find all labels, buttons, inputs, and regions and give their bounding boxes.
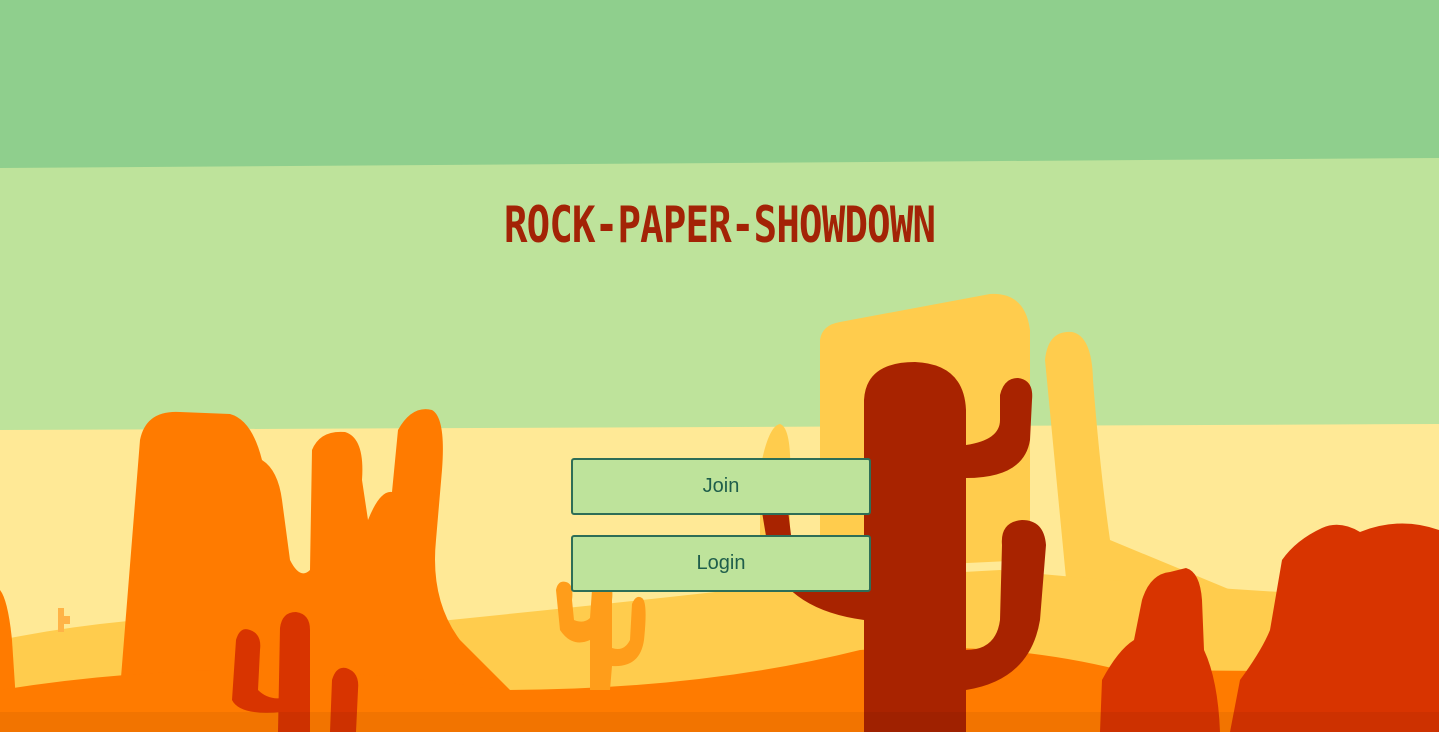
login-button[interactable]: Login: [571, 535, 871, 592]
auth-menu: Join Login: [571, 458, 871, 612]
landing-screen: ROCK-PAPER-SHOWDOWN Join Login: [0, 0, 1439, 732]
page-title: ROCK-PAPER-SHOWDOWN: [503, 196, 936, 254]
desert-landscape-background: [0, 0, 1439, 732]
join-button[interactable]: Join: [571, 458, 871, 515]
bottom-shadow: [0, 712, 1439, 732]
